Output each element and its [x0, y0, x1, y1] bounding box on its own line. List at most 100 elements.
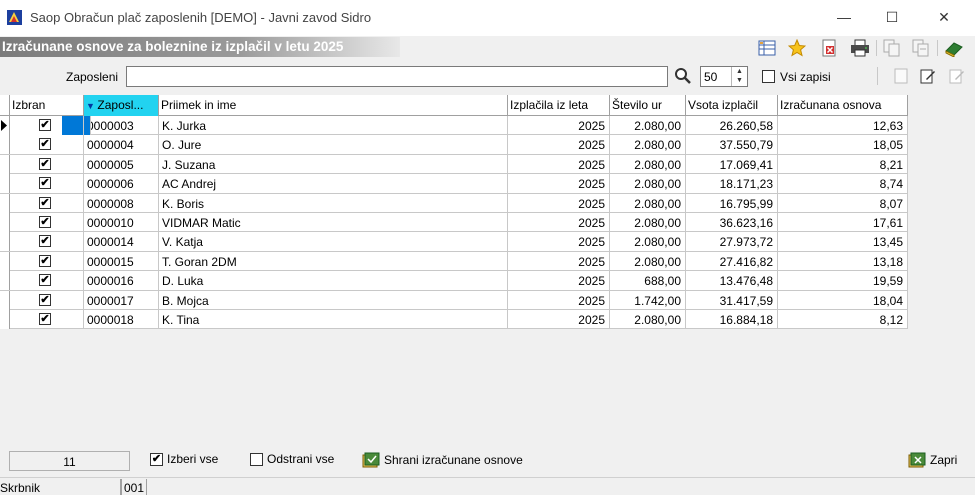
cell-name[interactable]: D. Luka [159, 271, 508, 291]
remove-all-button[interactable]: Odstrani vse [250, 452, 334, 466]
cell-sum[interactable]: 17.069,41 [686, 154, 778, 174]
row-indicator[interactable] [0, 310, 10, 329]
table-row[interactable]: ✔ 0000017 B. Mojca 2025 1.742,00 31.417,59 18,… [0, 290, 908, 310]
save-bases-button[interactable]: Shrani izračunane osnove [362, 452, 523, 468]
cell-year[interactable]: 2025 [508, 193, 610, 213]
spin-down-icon[interactable]: ▼ [732, 76, 747, 85]
cell-year[interactable]: 2025 [508, 213, 610, 232]
row-indicator[interactable] [0, 213, 10, 232]
minimize-button[interactable]: — [821, 0, 867, 34]
cell-selected[interactable]: ✔ [10, 271, 84, 291]
cell-year[interactable]: 2025 [508, 154, 610, 174]
cell-employee-id[interactable]: 0000016 [84, 271, 159, 291]
row-indicator[interactable] [0, 251, 10, 271]
column-header-hours[interactable]: Število ur [610, 95, 686, 116]
row-indicator[interactable] [0, 193, 10, 213]
row-checkbox[interactable]: ✔ [39, 274, 51, 287]
row-checkbox[interactable]: ✔ [39, 293, 51, 306]
cell-hours[interactable]: 2.080,00 [610, 154, 686, 174]
cell-employee-id[interactable]: 0000017 [84, 290, 159, 310]
cell-name[interactable]: B. Mojca [159, 290, 508, 310]
cell-employee-id[interactable]: 0000003 [84, 116, 159, 135]
cell-base[interactable]: 8,21 [778, 154, 908, 174]
cell-name[interactable]: K. Jurka [159, 116, 508, 135]
cell-sum[interactable]: 13.476,48 [686, 271, 778, 291]
cell-employee-id[interactable]: 0000018 [84, 310, 159, 329]
search-button[interactable] [674, 67, 694, 87]
cell-selected[interactable]: ✔ [10, 213, 84, 232]
row-checkbox[interactable]: ✔ [39, 216, 51, 228]
printer-icon[interactable] [850, 38, 870, 58]
cell-employee-id[interactable]: 0000008 [84, 193, 159, 213]
select-all-button[interactable]: ✔ Izberi vse [150, 452, 218, 466]
cell-hours[interactable]: 2.080,00 [610, 251, 686, 271]
cell-hours[interactable]: 2.080,00 [610, 213, 686, 232]
cell-selected[interactable]: ✔ [10, 174, 84, 194]
maximize-button[interactable]: ☐ [869, 0, 915, 34]
column-header-name[interactable]: Priimek in ime [159, 95, 508, 116]
edit-disabled-icon[interactable] [947, 66, 967, 86]
table-row[interactable]: ✔ 0000014 V. Katja 2025 2.080,00 27.973,72 13,… [0, 232, 908, 252]
cell-base[interactable]: 8,12 [778, 310, 908, 329]
cell-employee-id[interactable]: 0000006 [84, 174, 159, 194]
cell-selected[interactable]: ✔ [10, 135, 84, 155]
cell-base[interactable]: 17,61 [778, 213, 908, 232]
cell-year[interactable]: 2025 [508, 251, 610, 271]
cell-year[interactable]: 2025 [508, 116, 610, 135]
cell-name[interactable]: K. Boris [159, 193, 508, 213]
cell-selected[interactable]: ✔ [10, 310, 84, 329]
cell-hours[interactable]: 2.080,00 [610, 310, 686, 329]
row-indicator[interactable] [0, 290, 10, 310]
column-header-employee[interactable]: ▼ Zaposl... [84, 95, 159, 116]
new-document-icon[interactable] [891, 66, 911, 86]
cell-hours[interactable]: 2.080,00 [610, 174, 686, 194]
cell-sum[interactable]: 27.973,72 [686, 232, 778, 252]
cell-hours[interactable]: 2.080,00 [610, 232, 686, 252]
all-records-checkbox[interactable] [762, 70, 775, 83]
row-checkbox[interactable]: ✔ [39, 196, 51, 209]
row-indicator[interactable] [0, 116, 10, 135]
cell-sum[interactable]: 18.171,23 [686, 174, 778, 194]
cell-base[interactable]: 8,07 [778, 193, 908, 213]
employee-filter-input[interactable] [126, 66, 668, 87]
cell-sum[interactable]: 26.260,58 [686, 116, 778, 135]
row-indicator[interactable] [0, 154, 10, 174]
cell-year[interactable]: 2025 [508, 290, 610, 310]
row-checkbox[interactable]: ✔ [39, 157, 51, 170]
row-indicator[interactable] [0, 135, 10, 155]
cell-sum[interactable]: 31.417,59 [686, 290, 778, 310]
select-all-checkbox[interactable]: ✔ [150, 452, 163, 466]
book-exit-icon[interactable] [944, 38, 964, 58]
cell-selected[interactable]: ✔ [10, 193, 84, 213]
cell-year[interactable]: 2025 [508, 232, 610, 252]
cell-sum[interactable]: 36.623,16 [686, 213, 778, 232]
cell-base[interactable]: 19,59 [778, 271, 908, 291]
row-indicator[interactable] [0, 271, 10, 291]
close-button[interactable]: ✕ [921, 0, 967, 34]
cell-employee-id[interactable]: 0000010 [84, 213, 159, 232]
delete-icon[interactable] [819, 38, 839, 58]
remove-all-checkbox[interactable] [250, 452, 263, 466]
row-checkbox[interactable]: ✔ [39, 254, 51, 267]
copy-alt-icon[interactable] [911, 38, 931, 58]
table-icon[interactable] [757, 38, 777, 58]
cell-name[interactable]: AC Andrej [159, 174, 508, 194]
cell-year[interactable]: 2025 [508, 271, 610, 291]
cell-year[interactable]: 2025 [508, 135, 610, 155]
cell-selected[interactable]: ✔ [10, 290, 84, 310]
table-row[interactable]: ✔ 0000008 K. Boris 2025 2.080,00 16.795,99 8,0… [0, 193, 908, 213]
cell-selected[interactable]: ✔ [10, 251, 84, 271]
cell-sum[interactable]: 16.795,99 [686, 193, 778, 213]
copy-icon[interactable] [882, 38, 902, 58]
star-icon[interactable] [787, 38, 807, 58]
cell-selected[interactable]: ✔ [10, 232, 84, 252]
cell-employee-id[interactable]: 0000004 [84, 135, 159, 155]
table-row[interactable]: ✔ 0000015 T. Goran 2DM 2025 2.080,00 27.416,8… [0, 251, 908, 272]
table-row[interactable]: ✔ 0000010 VIDMAR Matic 2025 2.080,00 36.623,1… [0, 213, 908, 233]
row-checkbox[interactable]: ✔ [39, 138, 51, 151]
cell-base[interactable]: 18,05 [778, 135, 908, 155]
table-row[interactable]: ✔ 0000018 K. Tina 2025 2.080,00 16.884,18 8,12 [0, 310, 908, 330]
column-header-sum[interactable]: Vsota izplačil [686, 95, 778, 116]
row-checkbox[interactable]: ✔ [39, 313, 51, 325]
cell-hours[interactable]: 2.080,00 [610, 193, 686, 213]
